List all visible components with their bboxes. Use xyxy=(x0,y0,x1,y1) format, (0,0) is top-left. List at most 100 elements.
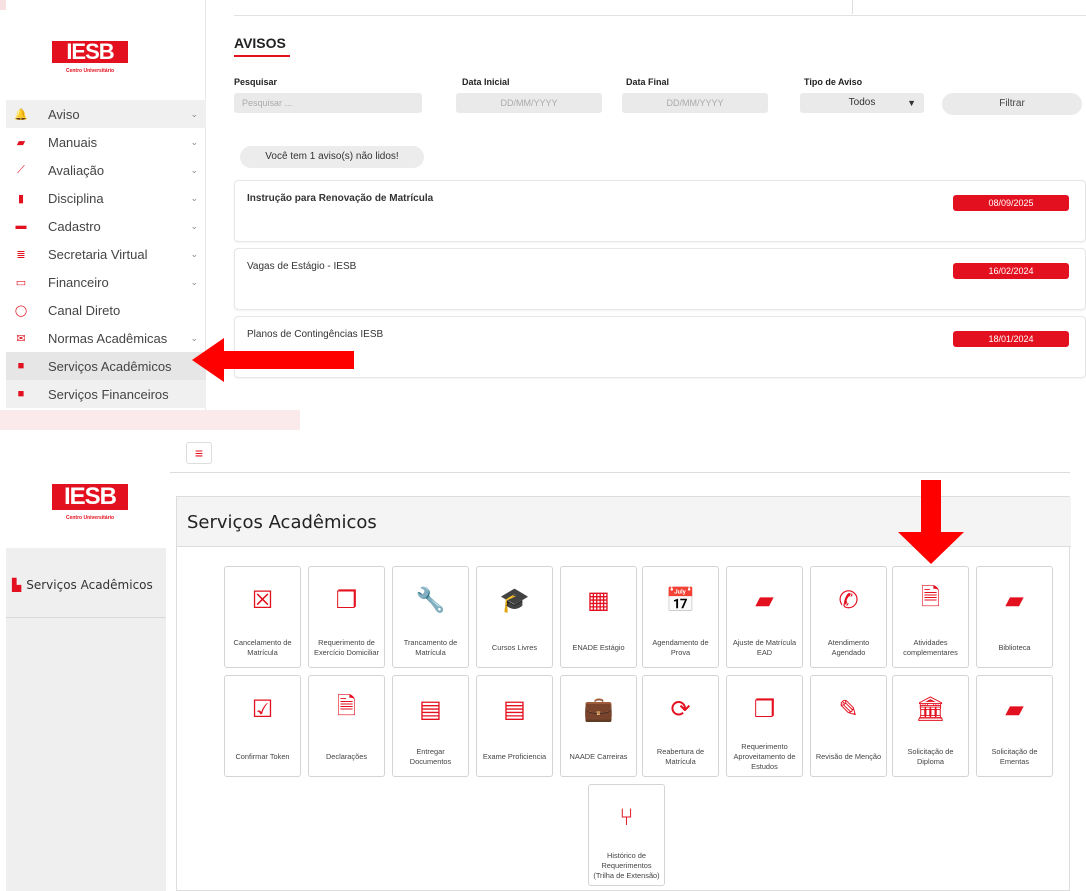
service-tile[interactable]: ✎ Revisão de Menção xyxy=(810,675,887,777)
service-tile-label: Agendamento de Prova xyxy=(652,638,709,657)
building-icon: ▦ xyxy=(587,586,610,614)
chevron-down-icon: ⌄ xyxy=(190,220,198,231)
refresh-icon: ⟳ xyxy=(670,695,691,723)
sidebar-item-label: Aviso xyxy=(48,106,80,122)
menu-toggle-button[interactable]: ≡ xyxy=(186,442,212,464)
sidebar-item[interactable]: ✉ Normas Acadêmicas ⌄ xyxy=(6,324,206,352)
service-tile[interactable]: ☑ Confirmar Token xyxy=(224,675,301,777)
code-branch-icon: ⑂ xyxy=(619,804,634,831)
sidebar-item[interactable]: ▮ Disciplina ⌄ xyxy=(6,184,206,212)
chevron-down-icon: ⌄ xyxy=(190,108,198,119)
avisos-main: AVISOS Pesquisar Pesquisar ... Data Inic… xyxy=(234,0,1086,410)
notice-card[interactable]: Vagas de Estágio - IESB 16/02/2024 xyxy=(234,248,1086,310)
chevron-down-icon: ⌄ xyxy=(190,136,198,147)
service-tile[interactable]: 🔧 Trancamento de Matrícula xyxy=(392,566,469,668)
file-solid-icon: ▤ xyxy=(419,695,442,723)
logo-subtitle: Centro Universitário xyxy=(65,515,115,521)
sidebar-item-label: Canal Direto xyxy=(48,302,121,318)
sidebar-item[interactable]: ■ Serviços Financeiros xyxy=(6,380,206,408)
service-tile-label: Trancamento de Matrícula xyxy=(403,638,458,657)
type-select[interactable]: Todos ▼ xyxy=(800,93,924,113)
avisos-screen: IESB Centro Universitário 🔔 Aviso ⌄ ▰ Manuai… xyxy=(6,0,1086,410)
sidebar-item[interactable]: ◯ Canal Direto xyxy=(6,296,206,324)
service-tile-label: Cursos Livres xyxy=(491,643,538,652)
service-tile[interactable]: ▰ Biblioteca xyxy=(976,566,1053,668)
book-icon: ▰ xyxy=(1005,586,1024,614)
search-input[interactable]: Pesquisar ... xyxy=(234,93,422,113)
start-date-label: Data Inicial xyxy=(462,77,510,87)
service-tile[interactable]: 🏛 Solicitação de Diploma xyxy=(892,675,969,777)
bell-icon: 🔔 xyxy=(14,108,28,121)
sidebar-menu: 🔔 Aviso ⌄ ▰ Manuais ⌄ ⟋ Avaliação ⌄ ▮ Disciplina ⌄ ▬… xyxy=(6,100,206,408)
service-tile[interactable]: ⟳ Reabertura de Matrícula xyxy=(642,675,719,777)
sidebar-item-label: Manuais xyxy=(48,134,98,150)
sidebar-item-label: Cadastro xyxy=(48,218,101,234)
sidebar-item[interactable]: ▬ Cadastro ⌄ xyxy=(6,212,206,240)
service-tile[interactable]: ▤ Entregar Documentos xyxy=(392,675,469,777)
divider xyxy=(852,0,853,14)
service-tile-label: ENADE Estágio xyxy=(572,643,625,652)
service-tile-label: Biblioteca xyxy=(998,643,1031,652)
notice-date: 08/09/2025 xyxy=(953,195,1069,211)
end-date-label: Data Final xyxy=(626,77,670,87)
sidebar-item-label: Avaliação xyxy=(48,162,105,178)
notice-card[interactable]: Planos de Contingências IESB 18/01/2024 xyxy=(234,316,1086,378)
bank-icon: 🏛 xyxy=(915,695,946,723)
notice-title: Vagas de Estágio - IESB xyxy=(247,261,357,272)
logo-area: IESB Centro Universitário xyxy=(6,430,166,548)
chevron-down-icon: ⌄ xyxy=(190,248,198,259)
chevron-down-icon: ⌄ xyxy=(190,164,198,175)
chevron-down-icon: ⌄ xyxy=(190,276,198,287)
sidebar-item-label: Normas Acadêmicas xyxy=(48,330,168,346)
sidebar-item[interactable]: 🔔 Aviso ⌄ xyxy=(6,100,206,128)
service-tile[interactable]: ❐ Requerimento de Exercício Domiciliar xyxy=(308,566,385,668)
sidebar-item[interactable]: ▰ Manuais ⌄ xyxy=(6,128,206,156)
search-label: Pesquisar xyxy=(234,77,278,87)
envelope-icon: ✉ xyxy=(16,332,26,345)
notice-title: Instrução para Renovação de Matrícula xyxy=(247,193,434,204)
service-tile[interactable]: ▰ Ajuste de Matrícula EAD xyxy=(726,566,803,668)
service-tile[interactable]: ▰ Solicitação de Ementas xyxy=(976,675,1053,777)
start-date-input[interactable]: DD/MM/YYYY xyxy=(456,93,602,113)
sidebar-item-label: Financeiro xyxy=(48,274,109,290)
notice-card[interactable]: Instrução para Renovação de Matrícula 08… xyxy=(234,180,1086,242)
service-tile[interactable]: ☒ Cancelamento de Matrícula xyxy=(224,566,301,668)
service-tile[interactable]: 💼 NAADE Carreiras xyxy=(560,675,637,777)
wrench-icon: 🔧 xyxy=(415,586,446,614)
sidebar-item-label: Serviços Financeiros xyxy=(48,386,169,402)
notice-date: 18/01/2024 xyxy=(953,331,1069,347)
service-tile-label: Entregar Documentos xyxy=(409,747,452,766)
page-title: AVISOS xyxy=(234,35,286,51)
service-tile[interactable]: ▦ ENADE Estágio xyxy=(560,566,637,668)
sidebar-item[interactable]: ▭ Financeiro ⌄ xyxy=(6,268,206,296)
phone-icon: ✆ xyxy=(838,586,859,614)
service-tile[interactable]: ✆ Atendimento Agendado xyxy=(810,566,887,668)
service-tile-label: Declarações xyxy=(325,752,368,761)
end-date-input[interactable]: DD/MM/YYYY xyxy=(622,93,768,113)
notice-date: 16/02/2024 xyxy=(953,263,1069,279)
files-icon: ❐ xyxy=(335,586,358,614)
service-tile[interactable]: ❐ Requerimento Aproveitamento de Estudos xyxy=(726,675,803,777)
sidebar-item[interactable]: ■ Serviços Acadêmicos xyxy=(6,352,206,380)
service-tile[interactable]: 🎓 Cursos Livres xyxy=(476,566,553,668)
filter-button[interactable]: Filtrar xyxy=(942,93,1082,115)
sidebar-item[interactable]: ≣ Secretaria Virtual ⌄ xyxy=(6,240,206,268)
service-tile[interactable]: 🗎 Atividades complementares xyxy=(892,566,969,668)
sidebar-item[interactable]: ⟋ Avaliação ⌄ xyxy=(6,156,206,184)
book-icon: ▰ xyxy=(16,136,26,149)
money-icon: ▭ xyxy=(15,276,27,289)
divider xyxy=(234,15,1086,16)
sidebar-item-label: Secretaria Virtual xyxy=(48,246,148,262)
service-tile[interactable]: ▤ Exame Proficiencia xyxy=(476,675,553,777)
service-tile[interactable]: ⑂ Histórico de Requerimentos (Trilha de E… xyxy=(588,784,665,886)
type-select-value: Todos xyxy=(848,97,876,108)
background-accent xyxy=(0,410,300,430)
sidebar-item-servicos-academicos[interactable]: ▙ Serviços Acadêmicos xyxy=(6,560,166,618)
service-tile[interactable]: 🗎 Declarações xyxy=(308,675,385,777)
service-tile[interactable]: 📅 Agendamento de Prova xyxy=(642,566,719,668)
iesb-logo[interactable]: IESB Centro Universitário xyxy=(52,5,128,74)
iesb-logo[interactable]: IESB Centro Universitário xyxy=(52,444,128,521)
arrow-down-icon xyxy=(898,480,964,564)
list-alt-icon: ▤ xyxy=(503,695,526,723)
service-tile-label: Ajuste de Matrícula EAD xyxy=(732,638,797,657)
